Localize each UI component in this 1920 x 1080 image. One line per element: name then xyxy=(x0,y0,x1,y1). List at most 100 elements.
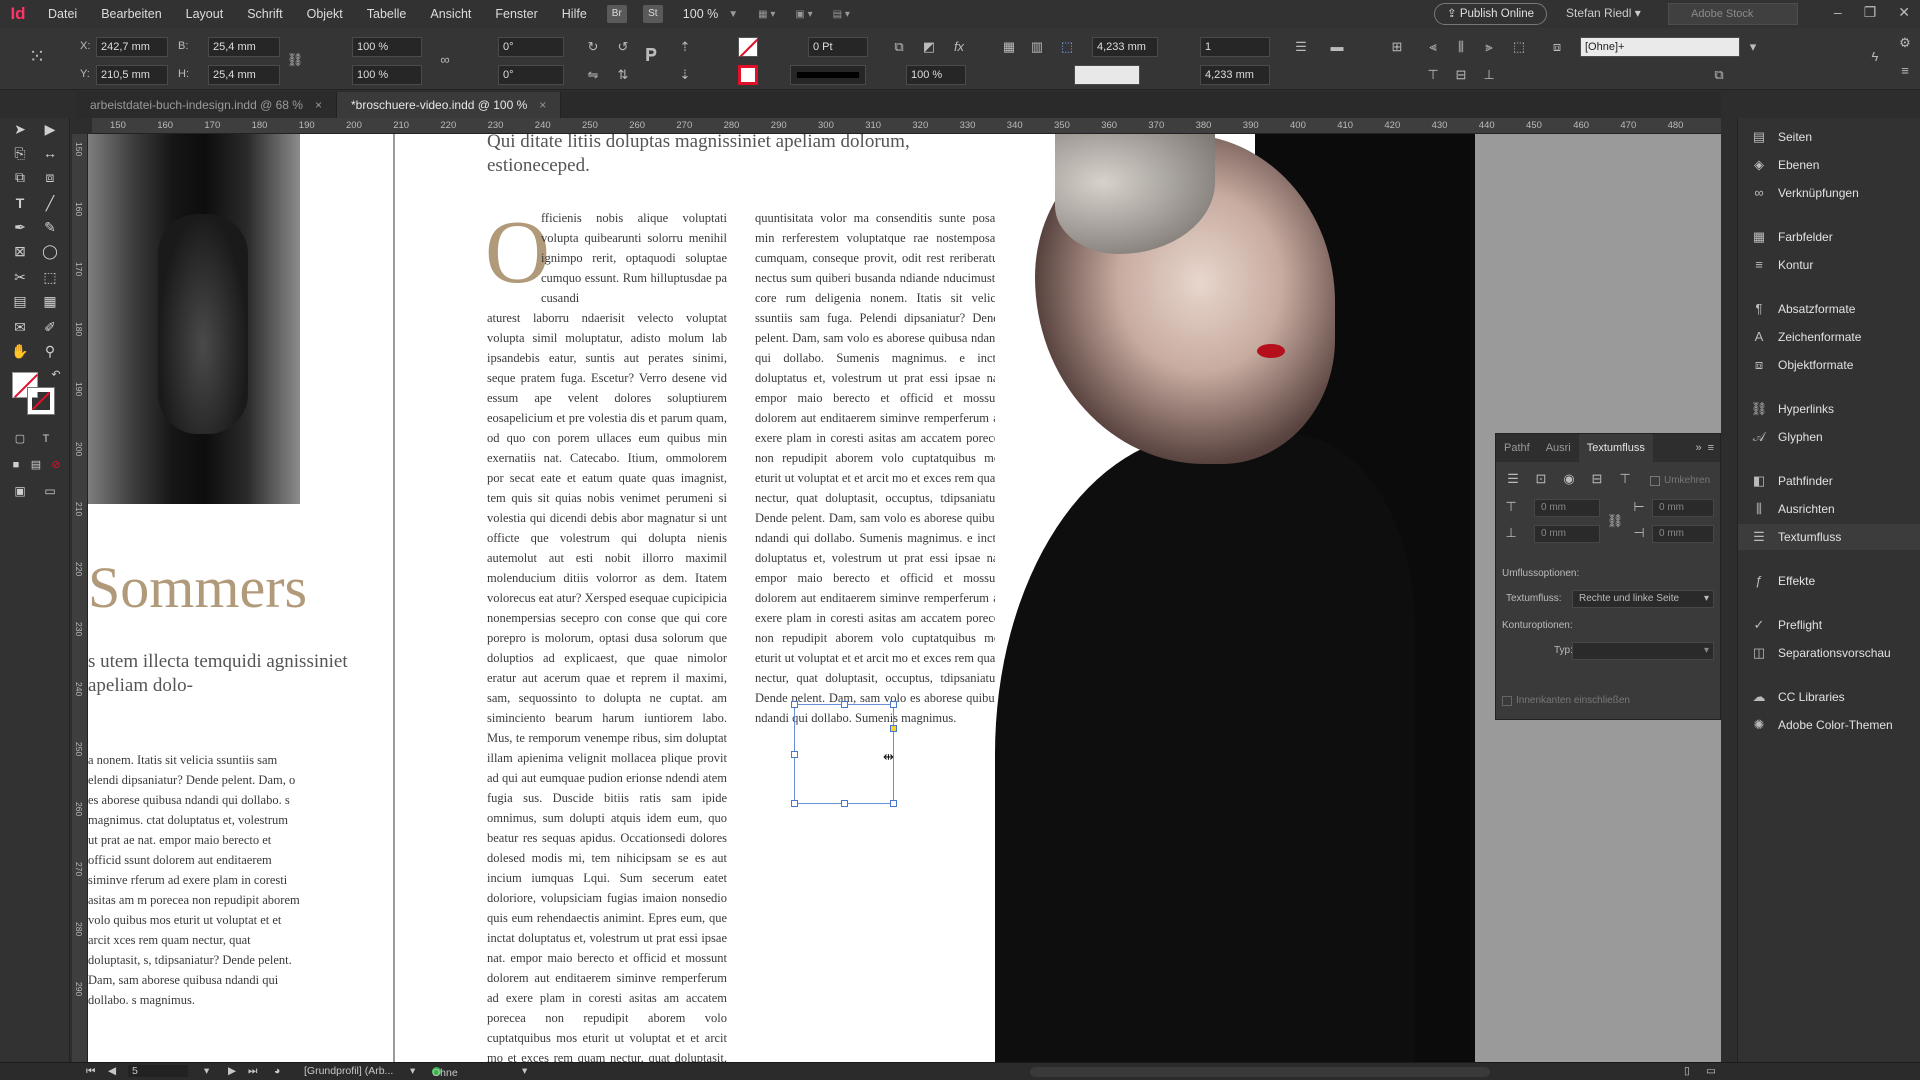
tab-pathfinder[interactable]: Pathf xyxy=(1496,442,1538,454)
contour-type-select[interactable]: ▾ xyxy=(1572,642,1714,660)
effects-fx-icon[interactable]: fx xyxy=(950,38,968,56)
menu-layout[interactable]: Layout xyxy=(174,7,236,21)
screen-mode-icon[interactable]: ▦ ▾ xyxy=(758,9,775,20)
hand-tool-icon[interactable]: ✋ xyxy=(8,340,32,362)
right-offset-field[interactable]: 0 mm xyxy=(1652,525,1714,543)
stock-search-input[interactable]: Adobe Stock xyxy=(1668,3,1798,25)
content-aware-fit-icon[interactable]: ⬚ xyxy=(1058,38,1076,56)
scissors-tool-icon[interactable]: ✂ xyxy=(8,266,32,288)
horizontal-ruler[interactable]: 150 160 170 180 190 200 210 220 230 240 250 260 270 2… xyxy=(92,118,1721,134)
page-number-field[interactable]: 5 xyxy=(128,1065,188,1077)
dock-item-align[interactable]: ⫼ Ausrichten xyxy=(1738,496,1920,522)
menu-tabelle[interactable]: Tabelle xyxy=(355,7,419,21)
left-body-text[interactable]: a nonem. Itatis sit velicia ssuntiis sam… xyxy=(88,750,300,1010)
object-style-icon[interactable]: ⧈ xyxy=(1548,38,1566,56)
gutter-field-1[interactable]: 4,233 mm xyxy=(1092,37,1158,57)
dock-item-glyphs[interactable]: 𝒜 Glyphen xyxy=(1738,424,1920,450)
dock-item-layers[interactable]: ◈ Ebenen xyxy=(1738,152,1920,178)
formatting-container-icon[interactable]: ▢ xyxy=(8,428,32,450)
view-mode-icon[interactable]: ▣ xyxy=(8,480,32,502)
resize-handle[interactable] xyxy=(890,701,897,708)
color-preview-field[interactable] xyxy=(1074,65,1140,85)
bridge-button[interactable]: Br xyxy=(606,5,627,23)
photo-woman-lace-dress[interactable] xyxy=(88,134,300,504)
scale-x-field[interactable]: 100 % xyxy=(352,37,422,57)
scale-y-field[interactable]: 100 % xyxy=(352,65,422,85)
clear-overrides-icon[interactable]: ⧉ xyxy=(1710,66,1728,84)
body-text-col1[interactable]: aturest laborru ndaerisit velecto volupt… xyxy=(487,308,727,1062)
screen-mode-icon[interactable]: ▭ xyxy=(38,480,62,502)
vertical-ruler[interactable]: 150 160 170 180 190 200 210 220 230 240 250 260 270 2… xyxy=(72,134,88,1062)
formatting-text-icon[interactable]: T xyxy=(34,428,58,450)
select-content-icon[interactable]: ⇣ xyxy=(676,66,694,84)
fitting-options-icon[interactable]: ▥ xyxy=(1028,38,1046,56)
eyedropper-tool-icon[interactable]: ✐ xyxy=(38,316,62,338)
wrap-bounding-box-icon[interactable]: ⊡ xyxy=(1532,470,1550,488)
user-menu[interactable]: Stefan Riedl ▾ xyxy=(1566,6,1641,20)
preflight-chevron-icon[interactable]: ▾ xyxy=(522,1065,527,1077)
jump-next-column-icon[interactable]: ⊤ xyxy=(1616,470,1634,488)
select-container-icon[interactable]: ⇡ xyxy=(676,38,694,56)
invert-checkbox[interactable] xyxy=(1650,476,1660,486)
restore-icon[interactable]: ❐ xyxy=(1864,4,1877,21)
gradient-tool-icon[interactable]: ▤ xyxy=(8,290,32,312)
fill-swatch[interactable] xyxy=(738,37,759,58)
spread-title[interactable]: Sommers xyxy=(88,554,307,621)
stroke-color-swatch[interactable] xyxy=(27,387,55,415)
dock-item-character-styles[interactable]: A Zeichenformate xyxy=(1738,324,1920,350)
align-centers-icon[interactable]: ⫼ xyxy=(1452,38,1470,56)
resize-handle[interactable] xyxy=(791,800,798,807)
dock-item-object-styles[interactable]: ⧈ Objektformate xyxy=(1738,352,1920,378)
prev-page-icon[interactable]: ◀ xyxy=(108,1065,116,1077)
rotate-ccw-icon[interactable]: ↺ xyxy=(614,38,632,56)
link-offsets-icon[interactable]: ⛓ xyxy=(1606,512,1624,530)
height-field[interactable]: 25,4 mm xyxy=(208,65,280,85)
apply-none-icon[interactable]: ⊘ xyxy=(44,454,68,476)
dock-item-hyperlinks[interactable]: ⛓ Hyperlinks xyxy=(1738,396,1920,422)
distribute-icon[interactable]: ⬚ xyxy=(1510,38,1528,56)
collapse-panel-icon[interactable]: » xyxy=(1695,442,1707,454)
dock-item-stroke[interactable]: ≡ Kontur xyxy=(1738,252,1920,278)
tab-broschuere-video[interactable]: *broschuere-video.indd @ 100 % × xyxy=(337,92,562,118)
rotate-cw-icon[interactable]: ↻ xyxy=(584,38,602,56)
auto-fit-icon[interactable]: ▦ xyxy=(1000,38,1018,56)
menu-schrift[interactable]: Schrift xyxy=(235,7,294,21)
wrap-icon[interactable]: ⊞ xyxy=(1388,38,1406,56)
dock-item-paragraph-styles[interactable]: ¶ Absatzformate xyxy=(1738,296,1920,322)
free-transform-tool-icon[interactable]: ⬚ xyxy=(38,266,62,288)
selection-tool-icon[interactable]: ➤ xyxy=(8,118,32,140)
object-style-chevron-icon[interactable]: ▾ xyxy=(1744,38,1762,56)
menu-objekt[interactable]: Objekt xyxy=(295,7,355,21)
stroke-swatch[interactable] xyxy=(738,65,758,85)
stroke-weight-field[interactable]: 0 Pt xyxy=(808,37,868,57)
stock-button[interactable]: St xyxy=(642,5,663,23)
align-right-edges-icon[interactable]: ⫸ xyxy=(1480,38,1498,56)
link-scale-icon[interactable]: ∞ xyxy=(436,51,454,69)
chevron-down-icon[interactable]: ▼ xyxy=(728,9,738,20)
left-offset-field[interactable]: 0 mm xyxy=(1652,499,1714,517)
menu-fenster[interactable]: Fenster xyxy=(483,7,549,21)
dock-item-preflight[interactable]: ✓ Preflight xyxy=(1738,612,1920,638)
content-collector-icon[interactable]: ⧉ xyxy=(8,166,32,188)
resize-handle[interactable] xyxy=(841,701,848,708)
tab-textumfluss[interactable]: Textumfluss xyxy=(1578,434,1653,462)
type-tool-icon[interactable]: T xyxy=(8,192,32,214)
stroke-style-icon[interactable]: ▬ xyxy=(1328,38,1346,56)
dock-item-pages[interactable]: ▤ Seiten xyxy=(1738,124,1920,150)
flip-horizontal-icon[interactable]: ⇋ xyxy=(584,66,602,84)
swap-colors-icon[interactable]: ↶ xyxy=(44,364,68,386)
panel-menu-icon[interactable]: ≡ xyxy=(1896,62,1914,80)
constrain-proportions-icon[interactable]: ⛓ xyxy=(286,51,304,69)
menu-datei[interactable]: Datei xyxy=(36,7,89,21)
gutter-field-2[interactable]: 4,233 mm xyxy=(1200,65,1270,85)
stroke-type-select[interactable] xyxy=(790,65,866,85)
dock-item-effects[interactable]: ƒ Effekte xyxy=(1738,568,1920,594)
dock-item-links[interactable]: ∞ Verknüpfungen xyxy=(1738,180,1920,206)
body-text-col1-top[interactable]: fficienis nobis alique voluptati volupta… xyxy=(541,208,727,308)
split-view-icon[interactable]: ▯ xyxy=(1684,1065,1690,1077)
bottom-offset-field[interactable]: 0 mm xyxy=(1534,525,1600,543)
line-tool-icon[interactable]: ╱ xyxy=(38,192,62,214)
page-chevron-icon[interactable]: ▾ xyxy=(204,1065,209,1077)
align-middle-icon[interactable]: ⊟ xyxy=(1452,66,1470,84)
document-canvas[interactable]: Sommers s utem illecta temquidi agnissin… xyxy=(88,134,1721,1062)
